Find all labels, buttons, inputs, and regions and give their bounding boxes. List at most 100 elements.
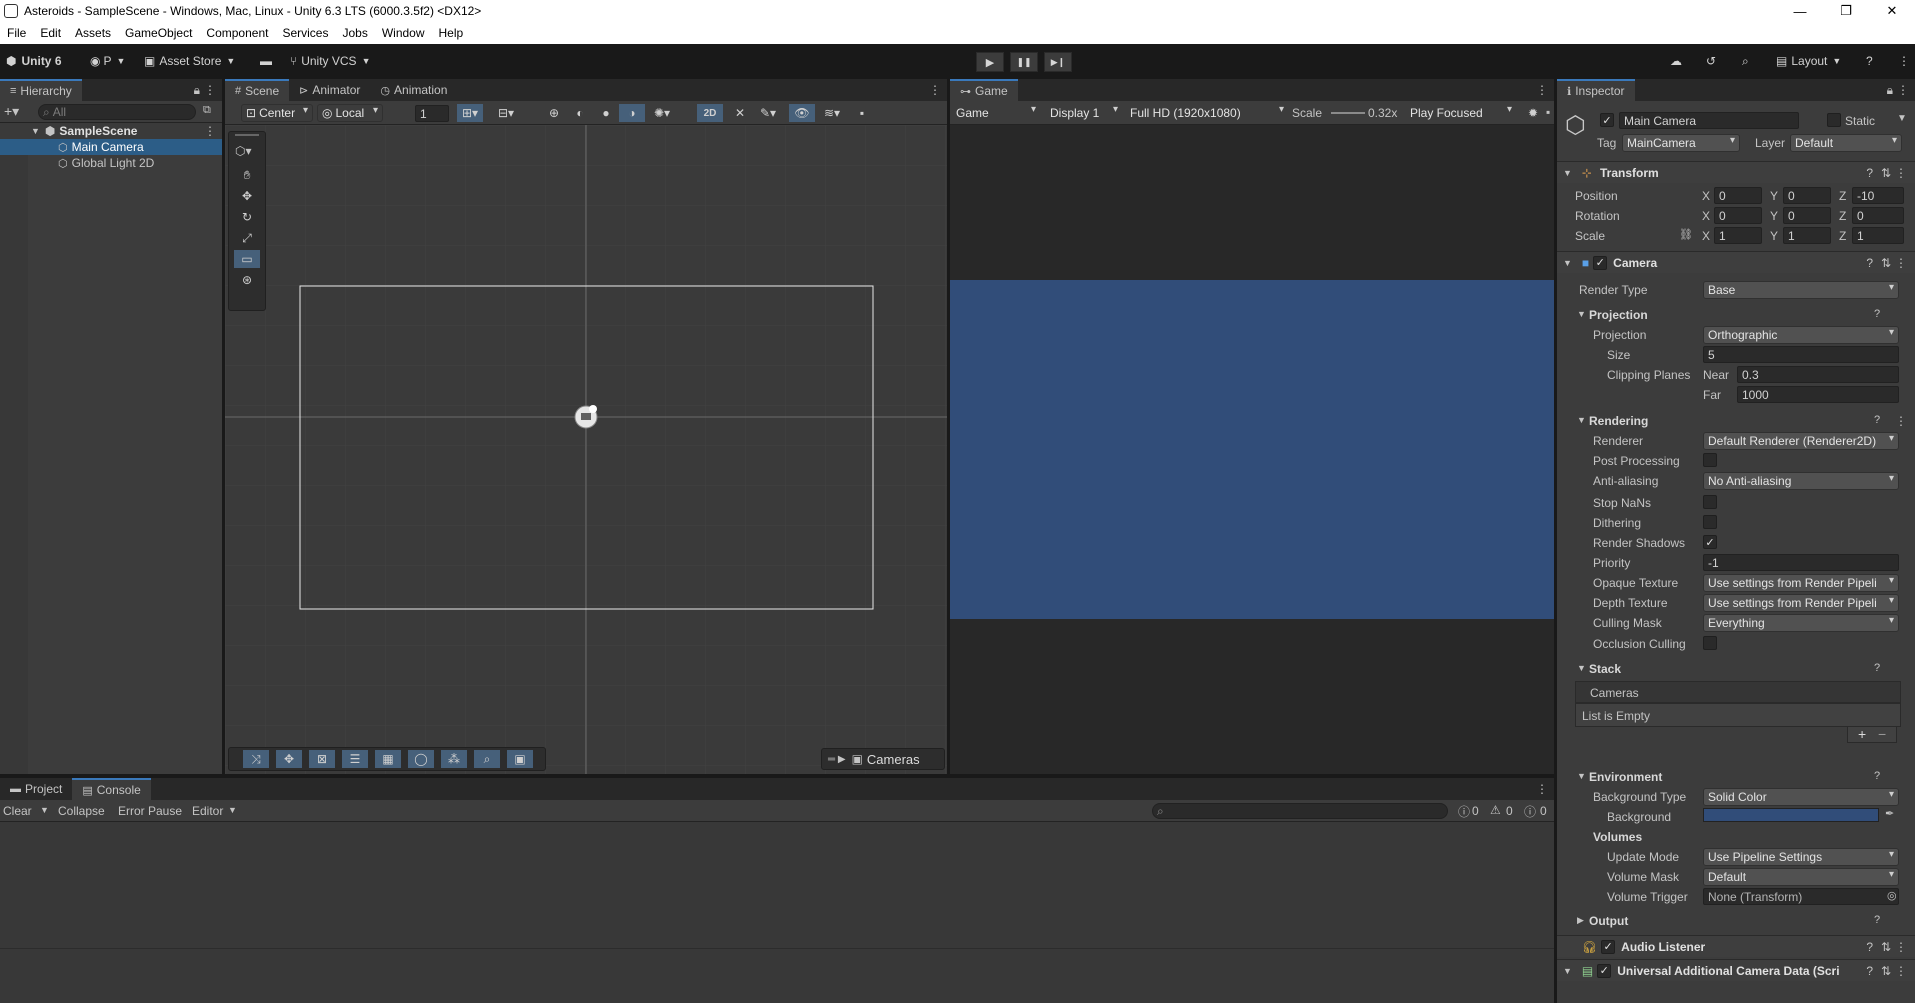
clear-options-icon[interactable]: ▼ (40, 805, 49, 815)
post-processing-checkbox[interactable] (1703, 453, 1717, 467)
renderer-dropdown[interactable]: Default Renderer (Renderer2D) (1703, 432, 1899, 450)
help-icon[interactable]: ? (1866, 166, 1873, 180)
camera-icon[interactable]: ▣ (507, 750, 533, 768)
menu-services[interactable]: Services (275, 26, 335, 40)
lock-icon[interactable]: 🔒︎ (1887, 83, 1893, 98)
rotation-y-field[interactable]: 0 (1783, 207, 1831, 224)
opaque-texture-dropdown[interactable]: Use settings from Render Pipeli (1703, 574, 1899, 592)
object-picker-icon[interactable]: ◎ (1887, 889, 1897, 902)
culling-mask-dropdown[interactable]: Everything (1703, 614, 1899, 632)
gameobject-tool-icon[interactable]: ⬡▾ (235, 144, 252, 158)
help-icon[interactable]: ? (1874, 914, 1880, 926)
space-dropdown[interactable]: ◎ Local (317, 104, 383, 122)
render-shadows-checkbox[interactable]: ✓ (1703, 535, 1717, 549)
more-icon[interactable]: ⋮ (204, 83, 216, 97)
depth-texture-dropdown[interactable]: Use settings from Render Pipeli (1703, 594, 1899, 612)
grid-snap-icon[interactable]: ⊞▾ (457, 104, 483, 122)
stop-nans-checkbox[interactable] (1703, 495, 1717, 509)
rotation-x-field[interactable]: 0 (1714, 207, 1762, 224)
rotate-tool-icon[interactable]: ↻ (234, 208, 260, 226)
error-icon[interactable]: ⓘ (1524, 803, 1536, 820)
align-icon[interactable]: ☰ (342, 750, 368, 768)
priority-field[interactable]: -1 (1703, 554, 1899, 571)
camera-enabled-checkbox[interactable]: ✓ (1593, 255, 1608, 270)
shaded-icon[interactable]: ◐ (567, 104, 593, 122)
help-icon[interactable]: ? (1874, 414, 1880, 426)
menu-edit[interactable]: Edit (33, 26, 68, 40)
game-mode-dropdown[interactable]: Game (952, 104, 1040, 122)
chevron-down-icon[interactable]: ▼ (1577, 663, 1586, 673)
tag-dropdown[interactable]: MainCamera (1622, 134, 1740, 152)
more-icon[interactable]: ⋮ (1898, 51, 1910, 71)
add-icon[interactable]: +▾ (4, 103, 19, 120)
audio-listener-header[interactable]: ▼ 🎧︎ ✓ Audio Listener ? ⇅ ⋮ (1557, 935, 1915, 957)
scale-y-field[interactable]: 1 (1783, 227, 1831, 244)
active-checkbox[interactable]: ✓ (1600, 113, 1614, 127)
scale-tool-icon[interactable]: ⤢ (234, 229, 260, 247)
scene-row[interactable]: ▼ ⬢ SampleScene ⋮ (0, 123, 222, 139)
transform-tool-icon[interactable]: ⊛ (234, 271, 260, 289)
menu-help[interactable]: Help (432, 26, 471, 40)
more-icon[interactable]: ⋮ (1895, 940, 1907, 954)
collapse-icon[interactable]: ⊠ (309, 750, 335, 768)
grid-icon[interactable]: ▦ (375, 750, 401, 768)
audio-mute-icon[interactable]: ✕ (727, 104, 753, 122)
bug-icon[interactable]: ✹ (1520, 104, 1546, 122)
nodes-icon[interactable]: ⁂ (441, 750, 467, 768)
warning-icon[interactable]: ⚠ (1490, 803, 1501, 817)
more-icon[interactable]: ⋮ (1895, 964, 1907, 978)
asset-store-button[interactable]: ▣ Asset Store ▼ (144, 51, 235, 71)
add-camera-button[interactable]: + (1858, 726, 1866, 742)
minimize-button[interactable]: — (1777, 0, 1823, 22)
volume-mask-dropdown[interactable]: Default (1703, 868, 1899, 886)
presets-icon[interactable]: ⇅ (1881, 256, 1891, 270)
unity-account-button[interactable]: ⬢ Unity 6 (6, 51, 62, 71)
menu-file[interactable]: File (0, 26, 33, 40)
more-icon[interactable]: ⋮ (1895, 256, 1907, 270)
tab-console[interactable]: ▤ Console (72, 778, 151, 800)
move-icon[interactable]: ✥ (276, 750, 302, 768)
maximize-button[interactable]: ❐ (1823, 0, 1869, 22)
background-type-dropdown[interactable]: Solid Color (1703, 788, 1899, 806)
help-icon[interactable]: ? (1866, 256, 1873, 270)
scene-filter-icon[interactable]: ⧉ (203, 104, 211, 117)
uacd-checkbox[interactable]: ✓ (1597, 963, 1612, 978)
projection-dropdown[interactable]: Orthographic (1703, 326, 1899, 344)
history-icon[interactable]: ↺ (1706, 51, 1716, 71)
size-field[interactable]: 5 (1703, 346, 1899, 363)
error-pause-button[interactable]: Error Pause (118, 804, 182, 818)
game-render-view[interactable] (950, 280, 1554, 619)
play-focus-dropdown[interactable]: Play Focused (1406, 104, 1516, 122)
help-icon[interactable]: ? (1874, 770, 1880, 782)
tab-hierarchy[interactable]: ≡ Hierarchy (0, 79, 82, 101)
effects-icon[interactable]: ✺▾ (649, 104, 675, 122)
more-icon[interactable]: ⋮ (1895, 166, 1907, 180)
menu-assets[interactable]: Assets (68, 26, 118, 40)
tab-game[interactable]: ⊶ Game (950, 79, 1018, 101)
log-count-icon[interactable]: ⓘ (1458, 803, 1470, 820)
menu-gameobject[interactable]: GameObject (118, 26, 199, 40)
more-icon[interactable]: ⋮ (1536, 83, 1548, 97)
grid-visibility-icon[interactable]: ⊟▾ (493, 104, 519, 122)
visibility-icon[interactable]: 👁︎ (789, 104, 815, 122)
layers-icon[interactable]: ≋▾ (819, 104, 845, 122)
hand-tool-icon[interactable]: ✋︎ (234, 166, 260, 184)
pause-button[interactable]: ❚❚ (1010, 52, 1038, 72)
static-chevron-icon[interactable]: ▼ (1897, 113, 1907, 124)
more-icon[interactable]: ▪ (849, 104, 875, 122)
chevron-down-icon[interactable]: ▼ (1577, 415, 1586, 425)
eyedropper-icon[interactable]: ✒ (1885, 807, 1894, 820)
help-icon[interactable]: ? (1874, 308, 1880, 320)
zoom-icon[interactable]: ⌕ (474, 750, 500, 768)
near-field[interactable]: 0.3 (1737, 366, 1899, 383)
resolution-dropdown[interactable]: Full HD (1920x1080) (1126, 104, 1288, 122)
search-icon[interactable]: ⌕ (1742, 51, 1749, 71)
help-icon[interactable]: ? (1866, 940, 1873, 954)
console-search-input[interactable]: ⌕ (1152, 803, 1448, 819)
collapse-button[interactable]: Collapse (58, 804, 105, 818)
sphere-icon[interactable]: ● (593, 104, 619, 122)
menu-window[interactable]: Window (375, 26, 432, 40)
position-x-field[interactable]: 0 (1714, 187, 1762, 204)
circle-icon[interactable]: ◯ (408, 750, 434, 768)
anti-aliasing-dropdown[interactable]: No Anti-aliasing (1703, 472, 1899, 490)
